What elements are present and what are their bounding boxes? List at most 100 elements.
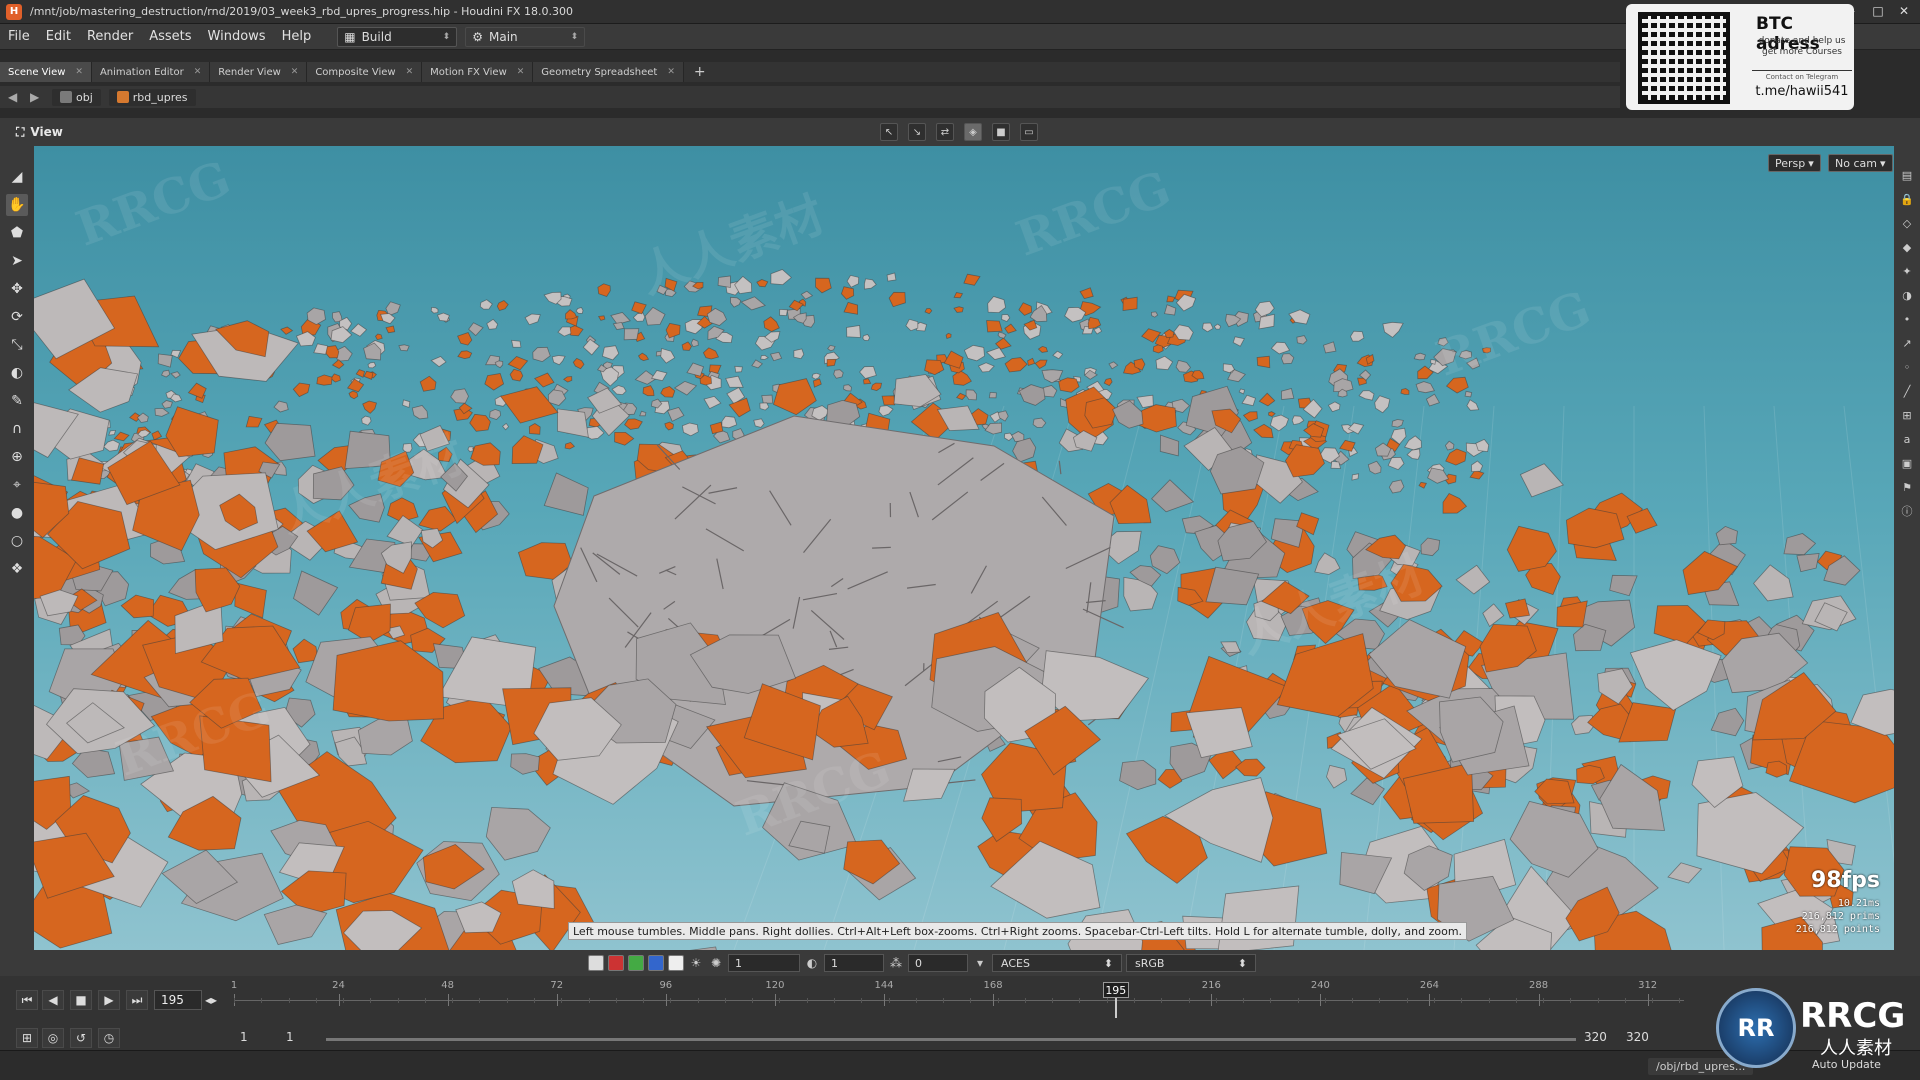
lock-icon[interactable]: 🔒 bbox=[1898, 190, 1916, 208]
tab-animation-editor[interactable]: Animation Editor ✕ bbox=[91, 62, 211, 82]
jump-start-icon[interactable]: ⏮ bbox=[16, 990, 38, 1010]
info-icon[interactable]: ⓘ bbox=[1898, 502, 1916, 520]
menu-help[interactable]: Help bbox=[274, 29, 320, 44]
lut-icon[interactable]: ⁂ bbox=[888, 955, 904, 971]
tab-scene-view[interactable]: Scene View ✕ bbox=[0, 62, 92, 82]
exposure-icon[interactable]: ✺ bbox=[708, 955, 724, 971]
label-abc-icon[interactable]: a bbox=[1898, 430, 1916, 448]
layout-icon[interactable]: ▭ bbox=[1020, 123, 1038, 141]
current-frame-field[interactable]: 195 bbox=[154, 990, 202, 1010]
pose-icon[interactable]: ⬟ bbox=[6, 222, 28, 244]
maximize-icon[interactable]: □ bbox=[1870, 3, 1886, 19]
light-icon[interactable]: ✦ bbox=[1898, 262, 1916, 280]
handle-icon[interactable]: ↘ bbox=[908, 123, 926, 141]
jump-end-icon[interactable]: ⏭ bbox=[126, 990, 148, 1010]
realtime-icon[interactable]: ◷ bbox=[98, 1028, 120, 1048]
houdini-logo-icon: H bbox=[6, 3, 22, 20]
camera-menu[interactable]: No cam ▾ bbox=[1828, 154, 1893, 172]
menu-file[interactable]: File bbox=[0, 29, 38, 44]
normal-icon[interactable]: ↗ bbox=[1898, 334, 1916, 352]
stop-icon[interactable]: ■ bbox=[70, 990, 92, 1010]
audio-icon[interactable]: ◎ bbox=[42, 1028, 64, 1048]
gamma-field[interactable]: 1 bbox=[824, 954, 884, 972]
frame-step-icon[interactable]: ◂▸ bbox=[204, 990, 218, 1010]
close-icon[interactable]: ✕ bbox=[75, 67, 83, 77]
snap-tool-icon[interactable]: ⊕ bbox=[6, 446, 28, 468]
close-icon[interactable]: ✕ bbox=[1896, 3, 1912, 19]
snap-icon[interactable]: ↖ bbox=[880, 123, 898, 141]
menu-windows[interactable]: Windows bbox=[200, 29, 274, 44]
range-start[interactable]: 1 bbox=[240, 1030, 248, 1044]
forward-arrow-icon[interactable]: ▶ bbox=[30, 90, 44, 104]
vertex-icon[interactable]: ◦ bbox=[1898, 358, 1916, 376]
desktop-select[interactable]: ▦ Build ⬍ bbox=[337, 26, 458, 47]
channel-all-icon[interactable] bbox=[588, 955, 604, 971]
ghost-icon[interactable]: ◈ bbox=[964, 123, 982, 141]
camera-icon[interactable]: ⌖ bbox=[6, 474, 28, 496]
persp-menu[interactable]: Persp ▾ bbox=[1768, 154, 1821, 172]
magnet-icon[interactable]: ∩ bbox=[6, 418, 28, 440]
wireframe-icon[interactable]: ◇ bbox=[1898, 214, 1916, 232]
offset-field[interactable]: 0 bbox=[908, 954, 968, 972]
range-end-visible[interactable]: 320 bbox=[1584, 1030, 1607, 1044]
lut-select[interactable]: sRGB ⬍ bbox=[1126, 954, 1256, 972]
tab-geometry-spreadsheet[interactable]: Geometry Spreadsheet ✕ bbox=[533, 62, 684, 82]
close-icon[interactable]: ✕ bbox=[517, 67, 525, 77]
shelf-set-select[interactable]: ⚙ Main ⬍ bbox=[465, 26, 586, 47]
brush-icon[interactable]: ✎ bbox=[6, 390, 28, 412]
pin-icon[interactable]: ⚑ bbox=[1898, 478, 1916, 496]
display-icon[interactable]: ■ bbox=[992, 123, 1010, 141]
chevron-down-icon[interactable]: ▾ bbox=[972, 955, 988, 971]
close-icon[interactable]: ✕ bbox=[291, 67, 299, 77]
move-icon[interactable]: ✥ bbox=[6, 278, 28, 300]
breadcrumb-node[interactable]: rbd_upres bbox=[108, 88, 196, 106]
view-tool-icon[interactable]: ✋ bbox=[6, 194, 28, 216]
keyframe-icon[interactable]: ⊞ bbox=[16, 1028, 38, 1048]
timeline[interactable]: 1 24 48 72 96 120 144 168 216 240 264 288 312 195 bbox=[231, 976, 1684, 1022]
back-arrow-icon[interactable]: ◀ bbox=[8, 90, 22, 104]
point-icon[interactable]: • bbox=[1898, 310, 1916, 328]
channel-red-icon[interactable] bbox=[608, 955, 624, 971]
tab-motion-fx-view[interactable]: Motion FX View ✕ bbox=[422, 62, 534, 82]
channel-alpha-icon[interactable] bbox=[668, 955, 684, 971]
menu-edit[interactable]: Edit bbox=[38, 29, 79, 44]
add-tab-icon[interactable]: + bbox=[684, 62, 716, 82]
transform-icon[interactable]: ⇄ bbox=[936, 123, 954, 141]
range-end[interactable]: 320 bbox=[1626, 1030, 1649, 1044]
gamma-icon[interactable]: ◐ bbox=[804, 955, 820, 971]
screen-icon[interactable]: ▣ bbox=[1898, 454, 1916, 472]
arrow-select-icon[interactable]: ➤ bbox=[6, 250, 28, 272]
select-icon[interactable]: ◢ bbox=[6, 166, 28, 188]
edge-icon[interactable]: ╱ bbox=[1898, 382, 1916, 400]
loop-icon[interactable]: ↺ bbox=[70, 1028, 92, 1048]
play-icon[interactable]: ▶ bbox=[98, 990, 120, 1010]
close-icon[interactable]: ✕ bbox=[194, 67, 202, 77]
range-start-visible[interactable]: 1 bbox=[286, 1030, 294, 1044]
sphere-icon[interactable]: ● bbox=[6, 502, 28, 524]
step-back-icon[interactable]: ◀ bbox=[42, 990, 64, 1010]
tab-composite-view[interactable]: Composite View ✕ bbox=[307, 62, 423, 82]
menu-assets[interactable]: Assets bbox=[141, 29, 199, 44]
close-icon[interactable]: ✕ bbox=[667, 67, 675, 77]
group-icon[interactable]: ❖ bbox=[6, 558, 28, 580]
channel-green-icon[interactable] bbox=[628, 955, 644, 971]
handle-tool-icon[interactable]: ◐ bbox=[6, 362, 28, 384]
grid-icon[interactable]: ⊞ bbox=[1898, 406, 1916, 424]
lasso-icon[interactable]: ○ bbox=[6, 530, 28, 552]
scene-viewport[interactable]: RRCG 人人素材 RRCG RRCG 人人素材 人人素材 RRCG RRCG … bbox=[34, 146, 1894, 950]
close-icon[interactable]: ✕ bbox=[406, 67, 414, 77]
exposure-field[interactable]: 1 bbox=[728, 954, 800, 972]
timeline-cursor[interactable]: 195 bbox=[1102, 982, 1129, 998]
tab-render-view[interactable]: Render View ✕ bbox=[210, 62, 308, 82]
colorspace-select[interactable]: ACES ⬍ bbox=[992, 954, 1122, 972]
rotate-icon[interactable]: ⟳ bbox=[6, 306, 28, 328]
sun-icon[interactable]: ☀ bbox=[688, 955, 704, 971]
range-slider[interactable] bbox=[326, 1038, 1576, 1041]
breadcrumb-obj[interactable]: obj bbox=[52, 88, 101, 106]
scale-icon[interactable]: ⤡ bbox=[6, 334, 28, 356]
display-options-icon[interactable]: ▤ bbox=[1898, 166, 1916, 184]
menu-render[interactable]: Render bbox=[79, 29, 141, 44]
shaded-icon[interactable]: ◆ bbox=[1898, 238, 1916, 256]
shadow-icon[interactable]: ◑ bbox=[1898, 286, 1916, 304]
channel-blue-icon[interactable] bbox=[648, 955, 664, 971]
